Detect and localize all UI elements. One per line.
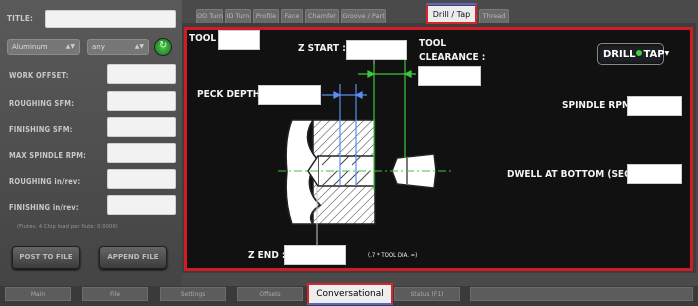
z-start-label: Z START : (298, 43, 346, 54)
mode-indicator-icon (636, 50, 643, 56)
dwell-input[interactable] (627, 164, 682, 184)
active-bottom-tab-highlight (307, 283, 393, 305)
active-tab-highlight (426, 3, 477, 24)
z-end-note: (.7 * TOOL DIA. =) (368, 252, 418, 259)
dwell-label: DWELL AT BOTTOM (SEC) : (507, 169, 642, 180)
tool-input[interactable] (218, 30, 260, 50)
peck-depth-label: PECK DEPTH : (197, 89, 268, 100)
drill-tap-mode-toggle[interactable]: DRILL TAP▼ (597, 43, 669, 65)
z-end-input[interactable] (284, 245, 346, 265)
workpiece-section (285, 119, 376, 225)
drill-mode-label: DRILL (603, 49, 636, 60)
tab-file[interactable]: File (82, 287, 148, 301)
tool-clearance-label-1: TOOL (419, 38, 447, 49)
tool-clearance-label-2: CLEARANCE : (419, 52, 486, 63)
z-end-label: Z END : (248, 250, 286, 261)
tab-status[interactable]: Status (F1) (394, 287, 460, 301)
chevron-down-icon: ▼ (664, 50, 670, 57)
z-start-input[interactable] (346, 40, 407, 60)
spindle-rpm-input[interactable] (627, 96, 682, 116)
tab-settings[interactable]: Settings (160, 287, 226, 301)
tool-clearance-input[interactable] (418, 66, 481, 86)
tab-main[interactable]: Main (5, 287, 71, 301)
bottom-tab-filler (470, 287, 693, 301)
tap-mode-label: TAP (643, 49, 665, 60)
tab-offsets[interactable]: Offsets (237, 287, 303, 301)
peck-depth-input[interactable] (258, 85, 321, 105)
